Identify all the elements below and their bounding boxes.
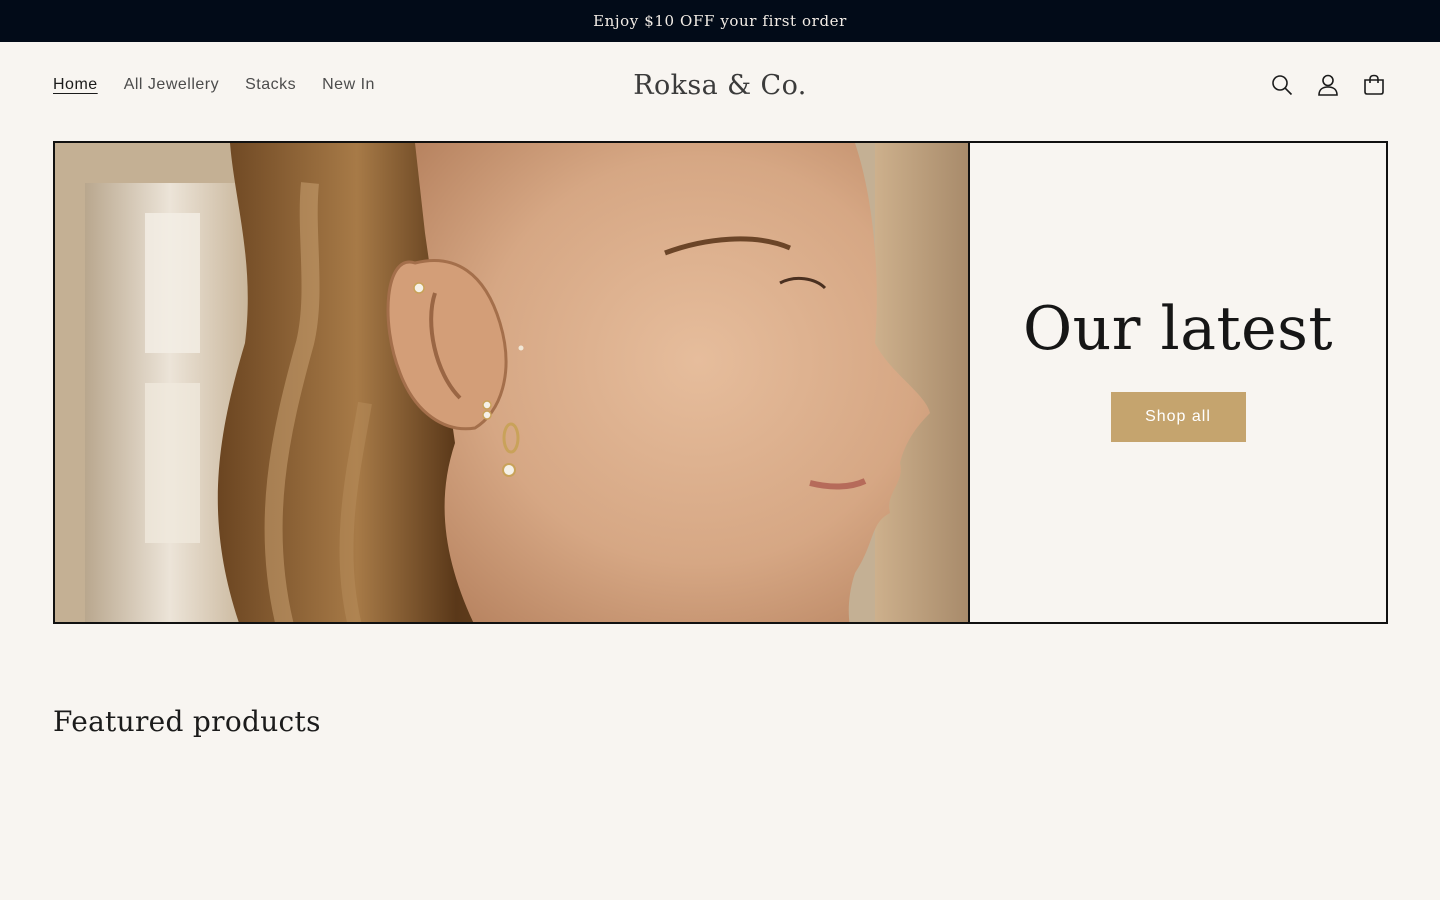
nav-link-all-jewellery[interactable]: All Jewellery: [124, 76, 219, 94]
main-nav: Home All Jewellery Stacks New In: [53, 42, 401, 128]
hero-banner: Our latest Shop all: [53, 141, 1388, 624]
search-icon[interactable]: [1269, 72, 1295, 98]
header-icons: [1269, 42, 1387, 128]
site-logo[interactable]: Roksa & Co.: [633, 70, 807, 101]
announcement-bar: Enjoy $10 OFF your first order: [0, 0, 1440, 42]
featured-products-title: Featured products: [53, 705, 321, 738]
hero-photo-illustration: [55, 143, 968, 622]
announcement-text: Enjoy $10 OFF your first order: [593, 12, 847, 30]
cart-icon[interactable]: [1361, 72, 1387, 98]
nav-link-stacks[interactable]: Stacks: [245, 76, 296, 94]
hero-image: [55, 143, 970, 622]
nav-link-home[interactable]: Home: [53, 76, 98, 94]
shop-all-button[interactable]: Shop all: [1110, 391, 1246, 442]
hero-heading: Our latest: [1022, 293, 1334, 364]
site-header: Home All Jewellery Stacks New In Roksa &…: [0, 42, 1440, 128]
nav-link-new-in[interactable]: New In: [322, 76, 375, 94]
account-icon[interactable]: [1315, 72, 1341, 98]
hero-content: Our latest Shop all: [970, 143, 1386, 622]
